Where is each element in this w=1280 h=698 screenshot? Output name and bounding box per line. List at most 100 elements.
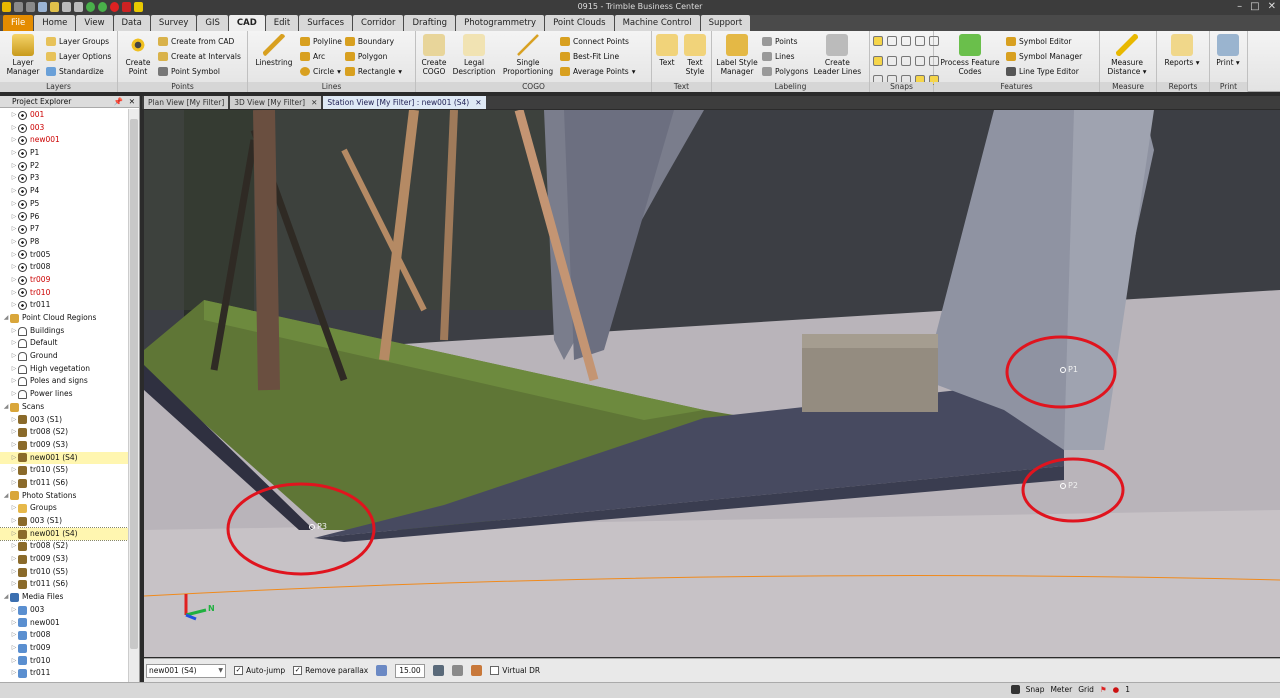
snap-line-icon[interactable] <box>887 55 897 66</box>
tree-item[interactable]: ▷ 003 (S1) <box>0 515 128 528</box>
snap-curve-icon[interactable] <box>887 36 897 46</box>
tree-item[interactable]: ▷ 003 (S1) <box>0 414 128 427</box>
expand-arrow-icon[interactable]: ▷ <box>10 375 18 388</box>
expand-arrow-icon[interactable]: ▷ <box>10 350 18 363</box>
expand-arrow-icon[interactable]: ▷ <box>10 604 18 617</box>
expand-arrow-icon[interactable]: ▷ <box>10 109 18 122</box>
expand-arrow-icon[interactable]: ▷ <box>10 515 18 528</box>
circle-button[interactable]: Circle ▾ <box>300 66 342 77</box>
expand-arrow-icon[interactable]: ◢ <box>2 591 10 604</box>
expand-arrow-icon[interactable]: ▷ <box>10 363 18 376</box>
menu-tab-photogrammetry[interactable]: Photogrammetry <box>456 15 545 31</box>
snap-endpoint-icon[interactable] <box>873 36 883 46</box>
minimize-icon[interactable]: – <box>1237 1 1242 12</box>
tree-item[interactable]: ▷ tr010 (S5) <box>0 566 128 579</box>
tree-item[interactable]: ▷ P2 <box>0 160 128 173</box>
tree-item[interactable]: ▷ P4 <box>0 185 128 198</box>
document-tab[interactable]: Plan View [My Filter] <box>144 96 229 109</box>
explorer-scrollbar[interactable] <box>128 109 139 682</box>
tree-item[interactable]: ▷ Power lines <box>0 388 128 401</box>
expand-arrow-icon[interactable]: ▷ <box>10 287 18 300</box>
menu-tab-home[interactable]: Home <box>34 15 76 31</box>
expand-arrow-icon[interactable]: ▷ <box>10 655 18 668</box>
units-toggle[interactable]: Meter <box>1050 685 1072 694</box>
tree-item[interactable]: ▷ tr008 <box>0 629 128 642</box>
symbol-manager-button[interactable]: Symbol Manager <box>1006 51 1082 62</box>
tree-item[interactable]: ▷ 001 <box>0 109 128 122</box>
tree-item[interactable]: ▷ tr009 (S3) <box>0 439 128 452</box>
tree-item[interactable]: ▷ tr005 <box>0 249 128 262</box>
expand-arrow-icon[interactable]: ▷ <box>10 439 18 452</box>
create-at-intervals-button[interactable]: Create at Intervals <box>158 51 241 62</box>
expand-arrow-icon[interactable]: ▷ <box>10 223 18 236</box>
symbol-editor-button[interactable]: Symbol Editor <box>1006 36 1082 47</box>
tree-item[interactable]: ▷ tr011 <box>0 299 128 312</box>
expand-arrow-icon[interactable]: ▷ <box>10 337 18 350</box>
tree-item[interactable]: ▷ new001 <box>0 617 128 630</box>
connect-points-button[interactable]: Connect Points <box>560 36 635 47</box>
menu-tab-file[interactable]: File <box>3 15 34 31</box>
menu-tab-machine-control[interactable]: Machine Control <box>614 15 700 31</box>
tree-item[interactable]: ▷ tr008 <box>0 261 128 274</box>
boundary-button[interactable]: Boundary <box>344 36 402 47</box>
menu-tab-surfaces[interactable]: Surfaces <box>299 15 353 31</box>
tree-item[interactable]: ▷ Poles and signs <box>0 375 128 388</box>
expand-arrow-icon[interactable]: ◢ <box>2 490 10 503</box>
expand-arrow-icon[interactable]: ▷ <box>10 566 18 579</box>
expand-arrow-icon[interactable]: ▷ <box>10 236 18 249</box>
menu-tab-drafting[interactable]: Drafting <box>404 15 456 31</box>
status-display-icon[interactable] <box>1010 685 1020 694</box>
tree-item[interactable]: ▷ P5 <box>0 198 128 211</box>
tree-item[interactable]: ▷ tr009 (S3) <box>0 553 128 566</box>
expand-arrow-icon[interactable]: ▷ <box>10 249 18 262</box>
document-tab[interactable]: 3D View [My Filter] ✕ <box>230 96 322 109</box>
document-tab[interactable]: Station View [My Filter] : new001 (S4) ✕ <box>323 96 486 109</box>
tree-item[interactable]: ▷ tr011 (S6) <box>0 477 128 490</box>
expand-arrow-icon[interactable]: ▷ <box>10 426 18 439</box>
remove-parallax-checkbox[interactable]: ✓ Remove parallax <box>293 666 368 675</box>
menu-tab-edit[interactable]: Edit <box>265 15 299 31</box>
menu-tab-data[interactable]: Data <box>113 15 150 31</box>
snap-perpendicular-icon[interactable] <box>901 36 911 46</box>
tree-item[interactable]: ◢ Media Files <box>0 591 128 604</box>
snap-tangent-icon[interactable] <box>901 55 911 66</box>
expand-arrow-icon[interactable]: ▷ <box>10 172 18 185</box>
scrollbar-thumb[interactable] <box>130 119 138 649</box>
expand-arrow-icon[interactable]: ▷ <box>10 464 18 477</box>
expand-arrow-icon[interactable]: ▷ <box>10 642 18 655</box>
average-points-button[interactable]: Average Points ▾ <box>560 66 635 77</box>
tree-item[interactable]: ▷ tr009 <box>0 642 128 655</box>
expand-arrow-icon[interactable]: ▷ <box>10 502 18 515</box>
menu-tab-point-clouds[interactable]: Point Clouds <box>545 15 614 31</box>
best-fit-line-button[interactable]: Best-Fit Line <box>560 51 635 62</box>
expand-arrow-icon[interactable]: ▷ <box>10 629 18 642</box>
tree-item[interactable]: ▷ P7 <box>0 223 128 236</box>
tree-item[interactable]: ▷ P3 <box>0 172 128 185</box>
message-count[interactable]: 1 <box>1125 685 1130 694</box>
create-from-cad-button[interactable]: Create from CAD <box>158 36 241 47</box>
snap-toggle[interactable]: Snap <box>1026 685 1045 694</box>
tree-item[interactable]: ▷ tr010 <box>0 655 128 668</box>
tree-item[interactable]: ▷ tr011 <box>0 667 128 680</box>
line-type-editor-button[interactable]: Line Type Editor <box>1006 66 1082 77</box>
close-tab-icon[interactable]: ✕ <box>311 98 317 107</box>
arc-button[interactable]: Arc <box>300 51 342 62</box>
expand-arrow-icon[interactable]: ▷ <box>10 667 18 680</box>
tree-item[interactable]: ▷ P1 <box>0 147 128 160</box>
expand-arrow-icon[interactable]: ▷ <box>10 528 18 541</box>
snap-node-icon[interactable] <box>915 55 925 66</box>
tree-item[interactable]: ▷ tr009 <box>0 274 128 287</box>
expand-arrow-icon[interactable]: ▷ <box>10 578 18 591</box>
expand-arrow-icon[interactable]: ▷ <box>10 388 18 401</box>
pin-icon[interactable]: 📌 <box>114 96 123 108</box>
expand-arrow-icon[interactable]: ▷ <box>10 540 18 553</box>
point-symbol-button[interactable]: Point Symbol <box>158 66 241 77</box>
tree-item[interactable]: ▷ tr008 (S2) <box>0 426 128 439</box>
distance-input[interactable]: 15.00 <box>395 663 426 678</box>
tree-item[interactable]: ▷ 003 <box>0 604 128 617</box>
polyline-button[interactable]: Polyline <box>300 36 342 47</box>
expand-arrow-icon[interactable]: ▷ <box>10 122 18 135</box>
tree-item[interactable]: ▷ tr010 <box>0 287 128 300</box>
snap-square-icon[interactable] <box>873 55 883 66</box>
close-tab-icon[interactable]: ✕ <box>475 98 481 107</box>
